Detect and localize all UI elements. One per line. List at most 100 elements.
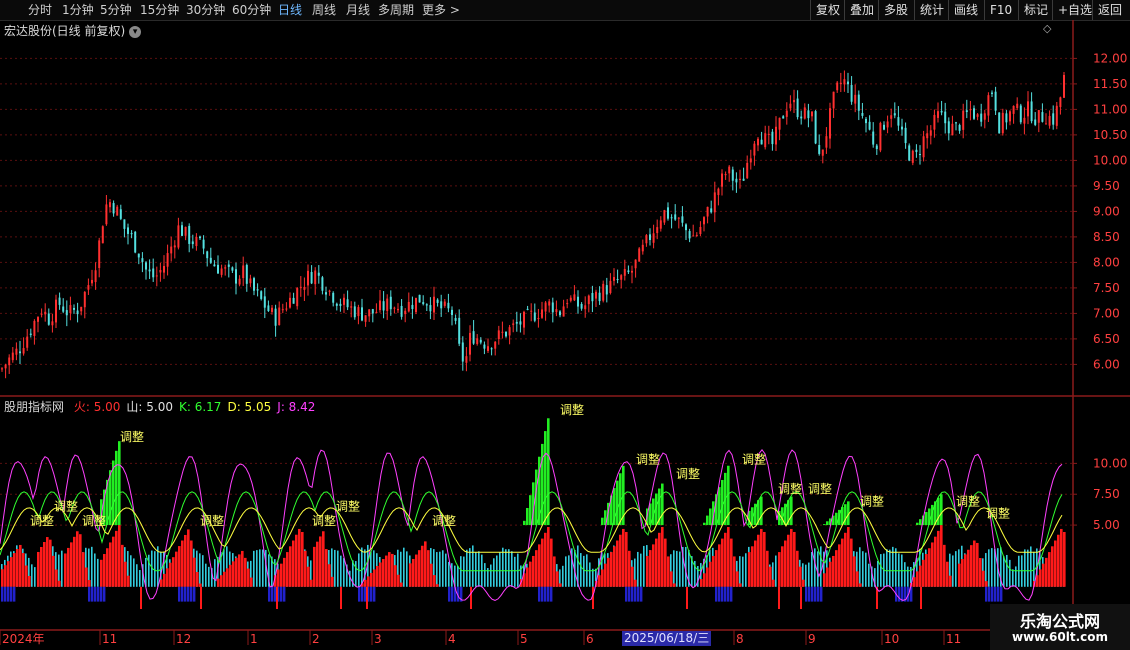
candle-body [796, 98, 799, 118]
cyan-bar [445, 553, 447, 587]
red-bar [88, 580, 91, 587]
candle-body [458, 317, 461, 344]
red-bar [43, 542, 46, 587]
red-bar [526, 567, 529, 587]
cyan-bar [256, 550, 258, 587]
red-bar [853, 556, 856, 587]
candle-body [346, 299, 349, 308]
red-bar [763, 531, 766, 587]
candle-body [699, 226, 702, 234]
candle-body [695, 234, 698, 236]
candle-body [670, 217, 673, 219]
cyan-bar [895, 548, 897, 587]
red-bar [163, 573, 166, 587]
candle-body [256, 289, 259, 291]
blue-bar [190, 586, 193, 602]
candle-body [447, 302, 450, 309]
candle-body [80, 306, 83, 312]
cyan-bar [877, 560, 879, 587]
candle-body [1059, 97, 1062, 108]
red-bar [760, 528, 763, 587]
red-bar [100, 559, 103, 587]
candle-body [425, 304, 428, 306]
candle-body [361, 307, 363, 321]
red-dip-bar [800, 586, 802, 610]
red-bar [964, 554, 967, 587]
cyan-bar [334, 549, 336, 587]
candle-body [958, 124, 961, 131]
candle-body [11, 352, 14, 361]
red-bar [1045, 557, 1048, 587]
red-bar [1039, 569, 1042, 587]
blue-bar [184, 586, 187, 602]
candle-body [422, 302, 425, 305]
candle-body [379, 300, 381, 311]
signal-label-6: 调整 [336, 498, 360, 513]
candle-body [685, 224, 687, 231]
red-bar [787, 534, 790, 587]
red-bar [76, 531, 79, 587]
cyan-bar [739, 556, 741, 587]
red-dip-bar [592, 586, 594, 610]
candle-body [969, 109, 972, 111]
candle-body [317, 272, 320, 276]
candle-body [692, 235, 695, 237]
red-bar [16, 549, 19, 587]
red-bar [829, 561, 832, 587]
candle-body [260, 291, 263, 299]
red-bar [985, 581, 988, 587]
blue-bar [727, 586, 730, 602]
candle-body [314, 270, 317, 285]
main-y-tick-label: 7.00 [1093, 306, 1120, 320]
candle-body [155, 275, 158, 277]
red-bar [250, 577, 253, 587]
red-bar [277, 569, 280, 587]
red-bar [844, 532, 847, 587]
candle-body [519, 321, 522, 325]
blue-bar [994, 586, 997, 602]
red-bar [919, 565, 922, 587]
candle-body [271, 307, 273, 312]
signal-label-9: 调整 [636, 451, 660, 466]
green-bar [706, 515, 709, 526]
candle-body [652, 233, 655, 243]
cyan-bar [1006, 554, 1008, 587]
main-y-tick-label: 12.00 [1093, 51, 1127, 65]
indicator-title: 股朋指标网 火: 5.00 山: 5.00 K: 6.17 D: 5.05 J: 8.4… [4, 398, 327, 415]
cyan-bar [448, 561, 450, 587]
candle-body [296, 288, 299, 307]
green-bar [709, 508, 712, 526]
candle-body [127, 227, 129, 234]
x-tick-label-11: 9 [808, 632, 816, 646]
candle-body [886, 121, 889, 128]
cyan-bar [886, 549, 888, 587]
red-dip-bar [470, 586, 472, 610]
red-bar [748, 552, 751, 587]
red-bar [382, 559, 385, 587]
red-bar [718, 544, 721, 587]
candle-body [1, 368, 3, 370]
red-bar [397, 574, 400, 587]
candle-body [224, 267, 227, 269]
candle-body [407, 301, 410, 312]
chart-area: 调整调整调整调整 调整 调整调整调整调整调整调整调整调整 调整调整 调整调整 6.006… [0, 20, 1130, 646]
red-bar [634, 579, 637, 587]
candle-body [249, 278, 252, 284]
red-bar [628, 550, 631, 587]
candle-body [170, 246, 173, 254]
red-bar [46, 537, 49, 587]
candle-body [328, 290, 331, 292]
red-bar [541, 538, 544, 587]
indicator-value-2: K: 6.17 [179, 400, 222, 414]
candle-body [897, 117, 900, 126]
candle-body [983, 113, 986, 120]
cyan-bar [403, 547, 405, 587]
green-bar [601, 517, 604, 526]
red-bar [316, 541, 319, 587]
candle-body [375, 311, 378, 313]
cyan-bar [745, 553, 747, 587]
candle-body [911, 150, 914, 163]
candle-body [274, 308, 277, 326]
candle-body [505, 331, 507, 337]
cyan-bar [61, 550, 63, 587]
